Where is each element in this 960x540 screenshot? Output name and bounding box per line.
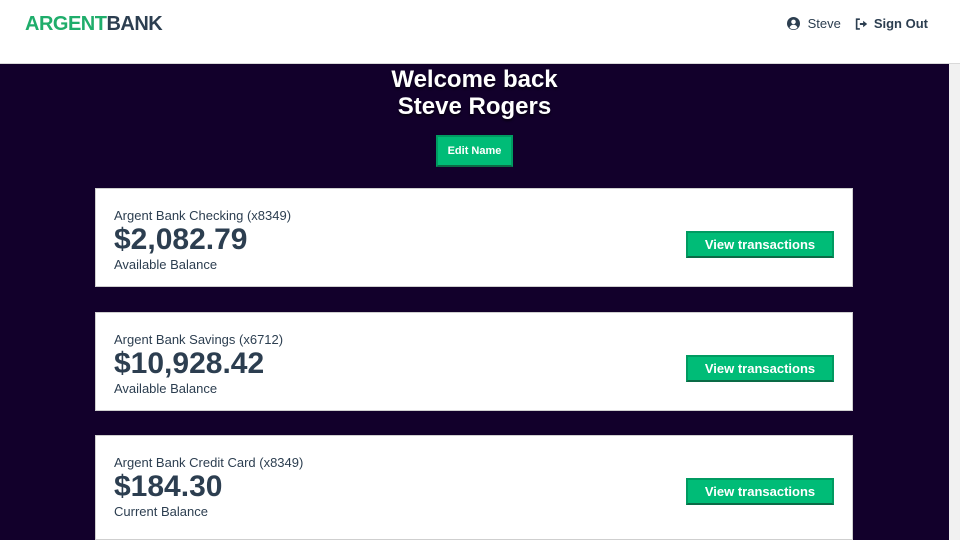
account-amount: $10,928.42 <box>114 347 265 380</box>
main-content: Welcome back Steve Rogers Edit Name Arge… <box>0 64 949 540</box>
account-card-savings: Argent Bank Savings (x6712) $10,928.42 A… <box>95 312 853 411</box>
sign-out-label: Sign Out <box>873 16 928 31</box>
welcome-header: Welcome back Steve Rogers Edit Name <box>0 64 949 167</box>
account-title: Argent Bank Credit Card (x8349) <box>114 455 304 470</box>
account-title: Argent Bank Checking (x8349) <box>114 208 292 223</box>
view-transactions-button[interactable]: View transactions <box>686 355 834 382</box>
account-title: Argent Bank Savings (x6712) <box>114 332 284 347</box>
view-transactions-button[interactable]: View transactions <box>686 231 834 258</box>
account-amount: $184.30 <box>114 470 223 503</box>
user-circle-icon <box>786 17 800 30</box>
welcome-heading: Welcome back Steve Rogers <box>0 66 949 120</box>
account-card-checking: Argent Bank Checking (x8349) $2,082.79 A… <box>95 188 853 287</box>
user-profile-link[interactable]: Steve <box>786 16 841 31</box>
account-amount-description: Available Balance <box>114 381 218 396</box>
account-amount-description: Current Balance <box>114 504 208 519</box>
logo[interactable]: ARGENTBANK <box>25 13 163 36</box>
nav-right: Steve Sign Out <box>786 16 928 31</box>
logo-part-1: ARGENT <box>25 13 107 35</box>
sign-out-button[interactable]: Sign Out <box>855 16 928 31</box>
edit-name-button[interactable]: Edit Name <box>435 135 514 167</box>
sign-out-icon <box>855 17 868 30</box>
welcome-line-1: Welcome back <box>391 66 558 93</box>
account-amount: $2,082.79 <box>114 223 248 256</box>
user-name: Steve <box>807 16 841 31</box>
user-full-name: Steve Rogers <box>397 93 552 120</box>
logo-part-2: BANK <box>106 13 163 35</box>
scrollbar[interactable] <box>949 64 960 540</box>
account-amount-description: Available Balance <box>114 257 218 272</box>
account-card-credit: Argent Bank Credit Card (x8349) $184.30 … <box>95 435 853 540</box>
navbar: ARGENTBANK Steve Sign Out <box>0 0 960 64</box>
view-transactions-button[interactable]: View transactions <box>686 478 834 505</box>
